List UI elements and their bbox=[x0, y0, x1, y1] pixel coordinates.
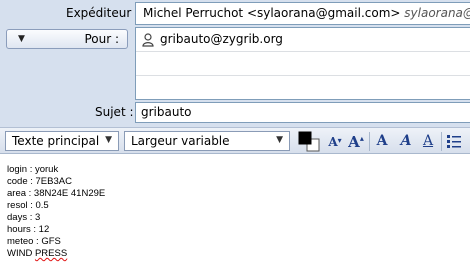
body-line: hours : 12 bbox=[7, 224, 50, 235]
subject-label: Sujet : bbox=[95, 105, 134, 119]
recipient-address: gribauto@zygrib.org bbox=[160, 32, 283, 46]
text-color-icon[interactable] bbox=[298, 131, 320, 152]
to-type-button[interactable]: ▼ Pour : bbox=[6, 29, 128, 49]
from-label: Expéditeur : bbox=[66, 6, 140, 20]
from-alt-address: sylaorana@gmail.c bbox=[404, 6, 470, 20]
toolbar-separator bbox=[441, 132, 442, 151]
dropdown-arrow-icon: ▼ bbox=[18, 34, 25, 44]
font-width-value: Largeur variable bbox=[131, 134, 230, 148]
from-field[interactable]: Michel Perruchot <sylaorana@gmail.com> s… bbox=[135, 2, 470, 25]
body-line: resol : 0.5 bbox=[7, 200, 49, 211]
paragraph-style-value: Texte principal bbox=[12, 134, 100, 148]
person-icon bbox=[142, 33, 154, 47]
decrease-font-size-button[interactable]: A▾ bbox=[325, 132, 345, 151]
bullet-list-icon[interactable] bbox=[446, 133, 462, 149]
from-address: Michel Perruchot <sylaorana@gmail.com> bbox=[143, 6, 401, 20]
message-body[interactable]: login : yoruk code : 7EB3AC area : 38N24… bbox=[7, 164, 105, 260]
toolbar-separator bbox=[369, 132, 370, 151]
body-line: meteo : GFS bbox=[7, 236, 61, 247]
recipient-row[interactable]: gribauto@zygrib.org bbox=[136, 28, 470, 52]
font-width-select[interactable]: Largeur variable ▼ bbox=[124, 131, 290, 151]
body-line: area : 38N24E 41N29E bbox=[7, 188, 106, 199]
body-line: days : 3 bbox=[7, 212, 41, 223]
to-label: Pour : bbox=[84, 32, 119, 46]
italic-button[interactable]: A bbox=[397, 132, 415, 151]
paragraph-style-select[interactable]: Texte principal ▼ bbox=[5, 131, 119, 151]
body-line: WIND PRESS bbox=[7, 248, 105, 260]
format-toolbar: Texte principal ▼ Largeur variable ▼ A▾ … bbox=[0, 127, 470, 154]
increase-font-size-button[interactable]: A▴ bbox=[346, 132, 366, 151]
chevron-down-icon: ▼ bbox=[105, 135, 112, 145]
recipients-list[interactable]: gribauto@zygrib.org bbox=[135, 27, 470, 100]
underline-button[interactable]: A bbox=[419, 132, 437, 151]
compose-header: Expéditeur : Michel Perruchot <sylaorana… bbox=[0, 0, 470, 127]
body-line: code : 7EB3AC bbox=[7, 176, 72, 187]
misspelled-word: PRESS bbox=[34, 248, 68, 259]
body-line: login : yoruk bbox=[7, 164, 59, 175]
bold-button[interactable]: A bbox=[373, 132, 391, 151]
subject-input[interactable]: gribauto bbox=[135, 102, 470, 123]
chevron-down-icon: ▼ bbox=[276, 135, 283, 145]
recipient-row-empty[interactable] bbox=[136, 76, 470, 100]
recipient-row-empty[interactable] bbox=[136, 52, 470, 76]
body-word: WIND bbox=[7, 248, 33, 259]
